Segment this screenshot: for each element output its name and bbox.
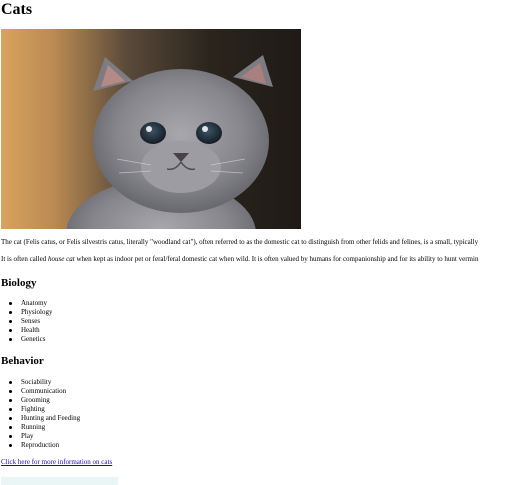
more-info-link[interactable]: Click here for more information on cats <box>1 458 112 467</box>
intro-paragraph-2-emphasis: house cat <box>48 255 75 263</box>
list-item-label: Senses <box>21 317 41 325</box>
bullet-icon <box>9 311 12 314</box>
list-item-label: Health <box>21 326 40 334</box>
intro-paragraph-2-end: when kept as indoor pet or feral/feral d… <box>74 255 479 263</box>
bullet-icon <box>9 444 12 447</box>
list-item-label: Communication <box>21 387 67 395</box>
list-item: Senses <box>1 317 53 326</box>
list-item: Fighting <box>1 405 80 414</box>
footer-strip <box>1 477 118 485</box>
kitten-illustration <box>1 29 301 229</box>
bullet-icon <box>9 417 12 420</box>
list-item-label: Reproduction <box>21 441 60 449</box>
list-item-label: Play <box>21 432 34 440</box>
list-item-label: Running <box>21 423 46 431</box>
list-item: Genetics <box>1 335 53 344</box>
page-title: Cats <box>1 1 33 18</box>
page: Cats The cat (Felis catus, or Felis silv… <box>1 0 532 485</box>
bullet-icon <box>9 426 12 429</box>
section-heading-behavior: Behavior <box>1 355 44 367</box>
bullet-icon <box>9 399 12 402</box>
intro-paragraph-1: The cat (Felis catus, or Felis silvestri… <box>1 238 479 246</box>
bullet-icon <box>9 435 12 438</box>
bullet-icon <box>9 329 12 332</box>
list-item-label: Fighting <box>21 405 45 413</box>
intro-paragraph-2-start: It is often called <box>1 255 49 263</box>
list-item: Sociability <box>1 378 80 387</box>
list-item-label: Sociability <box>21 378 52 386</box>
kitten-image <box>1 29 301 229</box>
biology-list: Anatomy Physiology Senses Health Genetic… <box>1 299 53 344</box>
list-item-label: Anatomy <box>21 299 48 307</box>
intro-paragraph-2: It is often called house cat when kept a… <box>1 255 478 264</box>
list-item: Physiology <box>1 308 53 317</box>
list-item-label: Grooming <box>21 396 50 404</box>
list-item-label: Physiology <box>21 308 53 316</box>
list-item: Grooming <box>1 396 80 405</box>
bullet-icon <box>9 390 12 393</box>
list-item: Running <box>1 423 80 432</box>
list-item: Health <box>1 326 53 335</box>
bullet-icon <box>9 320 12 323</box>
list-item: Hunting and Feeding <box>1 414 80 423</box>
bullet-icon <box>9 302 12 305</box>
list-item-label: Genetics <box>21 335 46 343</box>
list-item-label: Hunting and Feeding <box>21 414 81 422</box>
section-heading-biology: Biology <box>1 277 37 289</box>
bullet-icon <box>9 338 12 341</box>
list-item: Communication <box>1 387 80 396</box>
list-item: Reproduction <box>1 441 80 450</box>
bullet-icon <box>9 408 12 411</box>
list-item: Anatomy <box>1 299 53 308</box>
list-item: Play <box>1 432 80 441</box>
bullet-icon <box>9 381 12 384</box>
behavior-list: Sociability Communication Grooming Fight… <box>1 378 80 450</box>
